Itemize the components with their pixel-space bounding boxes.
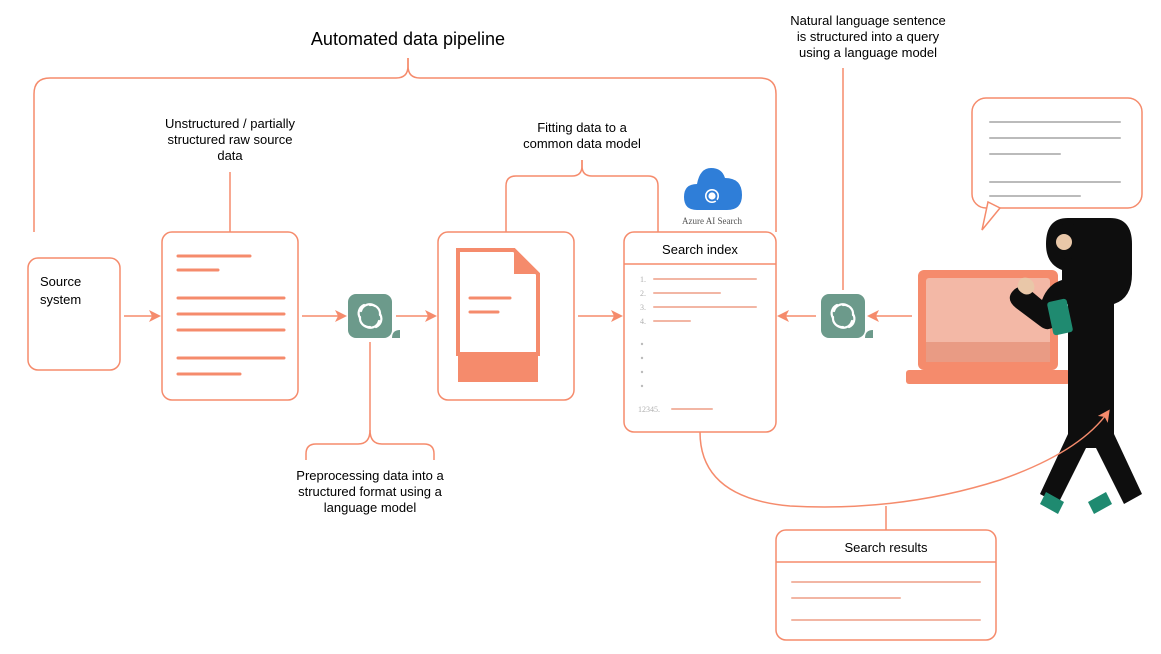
search-results-box: Search results	[776, 530, 996, 640]
svg-text:Fitting data to a: Fitting data to a	[537, 120, 627, 135]
user-illustration	[906, 98, 1142, 514]
svg-text:Preprocessing data into a: Preprocessing data into a	[296, 468, 444, 483]
svg-text:2.: 2.	[640, 289, 646, 298]
raw-data-box	[162, 232, 298, 400]
svg-text:using a language model: using a language model	[799, 45, 937, 60]
svg-text:language model: language model	[324, 500, 417, 515]
svg-text:4.: 4.	[640, 317, 646, 326]
svg-text:Search index: Search index	[662, 242, 738, 257]
raw-data-caption: Unstructured / partially structured raw …	[165, 116, 296, 232]
svg-text:Unstructured / partially: Unstructured / partially	[165, 116, 296, 131]
svg-text:Azure AI Search: Azure AI Search	[682, 216, 742, 226]
search-index-box: Search index 1. 2. 3. 4. 12345.	[624, 232, 776, 432]
svg-text:structured format using a: structured format using a	[298, 484, 443, 499]
svg-text:3.: 3.	[640, 303, 646, 312]
nl-query-caption: Natural language sentence is structured …	[790, 13, 945, 290]
svg-text:structured raw source: structured raw source	[168, 132, 293, 147]
azure-search-icon: Azure AI Search	[682, 168, 742, 226]
source-system-box: Source system	[28, 258, 120, 370]
svg-text:12345.: 12345.	[638, 405, 660, 414]
svg-text:Search results: Search results	[844, 540, 928, 555]
svg-text:data: data	[217, 148, 243, 163]
openai-icon-left	[348, 294, 400, 338]
fitting-caption: Fitting data to a common data model	[506, 120, 658, 232]
svg-text:is structured into a query: is structured into a query	[797, 29, 940, 44]
openai-icon-right	[821, 294, 873, 338]
structured-doc-box	[438, 232, 574, 400]
svg-text:Source: Source	[40, 274, 81, 289]
diagram-title: Automated data pipeline	[311, 29, 505, 49]
svg-text:system: system	[40, 292, 81, 307]
svg-text:common data model: common data model	[523, 136, 641, 151]
pipeline-brace	[34, 58, 776, 232]
svg-text:1.: 1.	[640, 275, 646, 284]
svg-text:Natural language sentence: Natural language sentence	[790, 13, 945, 28]
preprocess-caption: Preprocessing data into a structured for…	[296, 342, 444, 515]
